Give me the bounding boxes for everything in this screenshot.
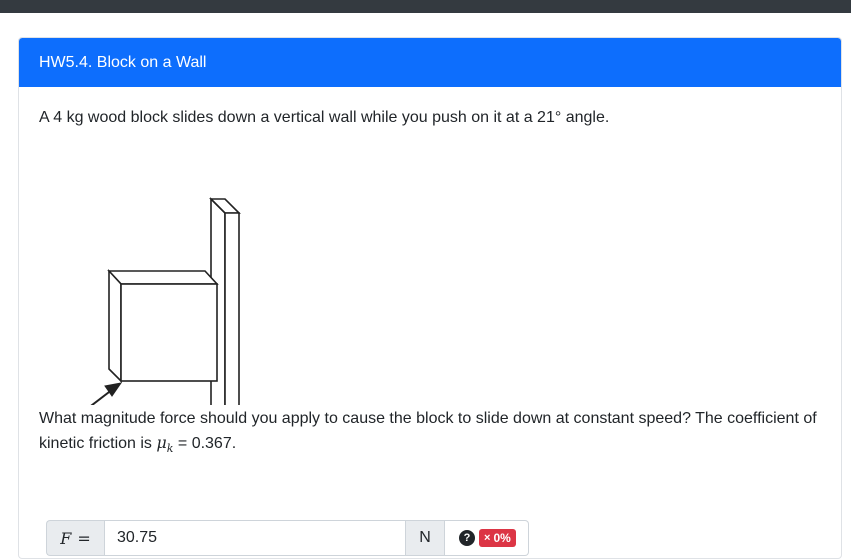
question-circle-icon[interactable]: ? — [459, 530, 475, 546]
mu-value: = 0.367. — [173, 435, 237, 452]
unit-label: N — [406, 520, 445, 556]
block — [107, 268, 219, 383]
problem-intro: A 4 kg wood block slides down a vertical… — [39, 109, 610, 126]
block-on-wall-figure: θ — [90, 197, 241, 405]
answer-input[interactable] — [104, 520, 406, 556]
question-title: HW5.4. Block on a Wall — [19, 38, 841, 87]
answer-input-group: F= N ? ×0% — [46, 520, 529, 556]
top-navbar — [0, 0, 851, 13]
score-badge: × 0% — [479, 529, 516, 547]
variable-label: F = — [46, 520, 104, 556]
answer-status: ? × 0% — [445, 520, 529, 556]
problem-question: What magnitude force should you apply to… — [39, 407, 829, 461]
mu-symbol: μk — [156, 433, 174, 456]
question-card: HW5.4. Block on a Wall A 4 kg wood block… — [18, 37, 842, 559]
force-arrow — [90, 382, 123, 405]
